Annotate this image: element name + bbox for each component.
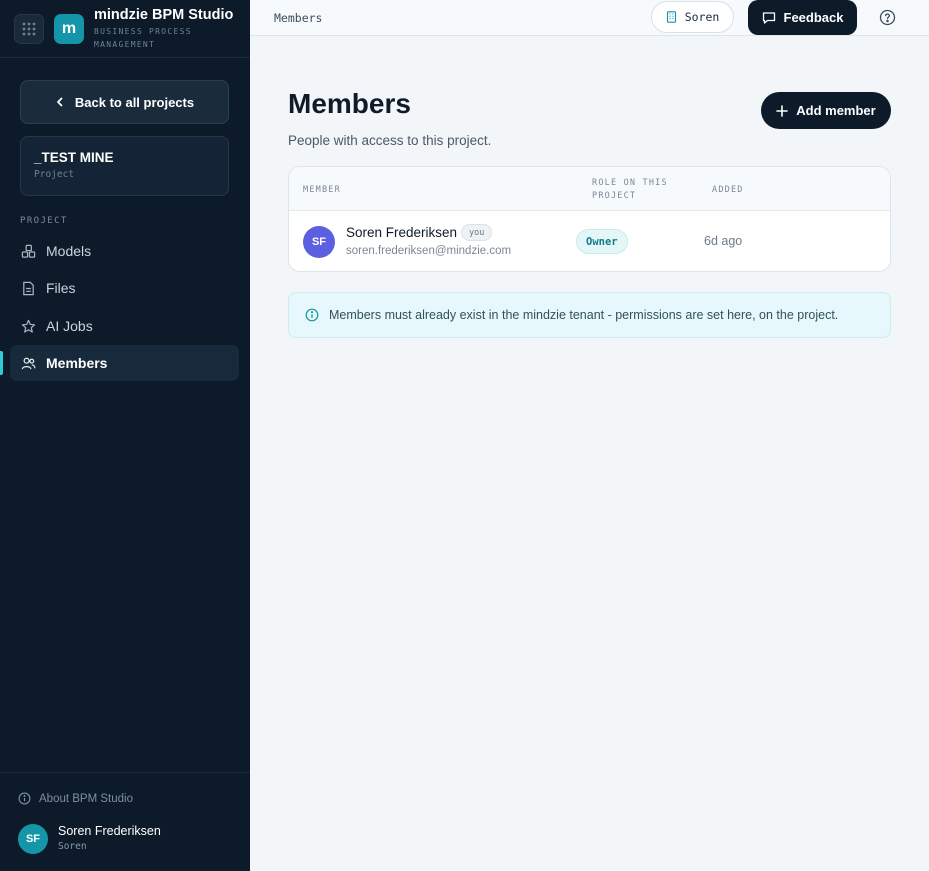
nav-section-label: PROJECT [20, 216, 68, 226]
page-subtitle: People with access to this project. [288, 133, 492, 148]
about-label: About BPM Studio [39, 792, 133, 805]
models-icon [21, 244, 36, 258]
back-button-label: Back to all projects [74, 94, 195, 110]
you-badge: you [461, 224, 493, 241]
page-title: Members [288, 88, 411, 119]
plus-icon [776, 104, 789, 117]
member-email: soren.frederiksen@mindzie.com [346, 245, 512, 257]
info-icon [18, 792, 31, 805]
table-row[interactable]: SF Soren Frederiksen you soren.frederiks… [289, 211, 890, 271]
sidebar-item-label: Members [46, 355, 108, 371]
added-date: 6d ago [704, 234, 743, 248]
sidebar-item-label: AI Jobs [46, 318, 93, 334]
brand-subtitle: BUSINESS PROCESS MANAGEMENT [94, 27, 192, 49]
sidebar-item-members[interactable]: Members [10, 345, 239, 381]
column-header-added: ADDED [712, 185, 744, 195]
avatar[interactable]: SF [18, 824, 48, 854]
members-table: MEMBER ROLE ON THIS PROJECT ADDED SF Sor… [288, 166, 891, 272]
info-note: Members must already exist in the mindzi… [288, 292, 891, 338]
sidebar-item-ai-jobs[interactable]: AI Jobs [10, 308, 239, 344]
column-header-role: ROLE ON THIS PROJECT [592, 178, 668, 201]
feedback-button[interactable]: Feedback [748, 0, 857, 35]
back-to-projects-button[interactable]: Back to all projects [20, 80, 229, 124]
project-card[interactable]: _TEST MINE Project [20, 136, 229, 196]
tenant-label: Soren [684, 10, 720, 24]
help-icon[interactable] [879, 9, 896, 26]
role-badge[interactable]: Owner [576, 229, 628, 254]
sidebar-item-models[interactable]: Models [10, 233, 239, 269]
brand-header: m mindzie BPM Studio BUSINESS PROCESS MA… [0, 0, 250, 58]
sidebar-item-label: Files [46, 280, 76, 296]
sidebar: m mindzie BPM Studio BUSINESS PROCESS MA… [0, 0, 250, 871]
star-icon [21, 319, 36, 333]
member-name: Soren Frederiksen [346, 225, 458, 240]
tenant-button[interactable]: Soren [651, 1, 734, 33]
top-bar: Members Soren Feedback [250, 0, 929, 36]
user-tenant: Soren [58, 841, 87, 852]
project-type: Project [34, 169, 75, 180]
brand-logo[interactable]: m [54, 14, 84, 44]
file-icon [23, 281, 34, 295]
chevron-left-icon [56, 97, 63, 107]
column-header-member: MEMBER [303, 185, 341, 195]
sidebar-item-label: Models [46, 243, 92, 259]
add-member-label: Add member [796, 103, 876, 118]
message-icon [762, 11, 775, 24]
breadcrumb: Members [274, 11, 323, 25]
member-avatar: SF [303, 226, 335, 258]
info-icon [305, 308, 319, 322]
grid-icon [22, 22, 36, 36]
sidebar-footer: About BPM Studio SF Soren Frederiksen So… [0, 772, 250, 871]
info-note-text: Members must already exist in the mindzi… [329, 308, 839, 322]
brand-title: mindzie BPM Studio [94, 7, 234, 23]
project-name: _TEST MINE [34, 150, 114, 165]
building-icon [666, 11, 676, 23]
user-name: Soren Frederiksen [58, 824, 161, 838]
add-member-button[interactable]: Add member [761, 92, 891, 129]
feedback-label: Feedback [783, 10, 844, 25]
sidebar-item-files[interactable]: Files [10, 270, 239, 306]
about-link[interactable]: About BPM Studio [18, 792, 133, 805]
app-grid-button[interactable] [14, 14, 44, 44]
table-header: MEMBER ROLE ON THIS PROJECT ADDED [289, 167, 890, 211]
active-indicator [0, 351, 3, 375]
users-icon [21, 357, 36, 369]
